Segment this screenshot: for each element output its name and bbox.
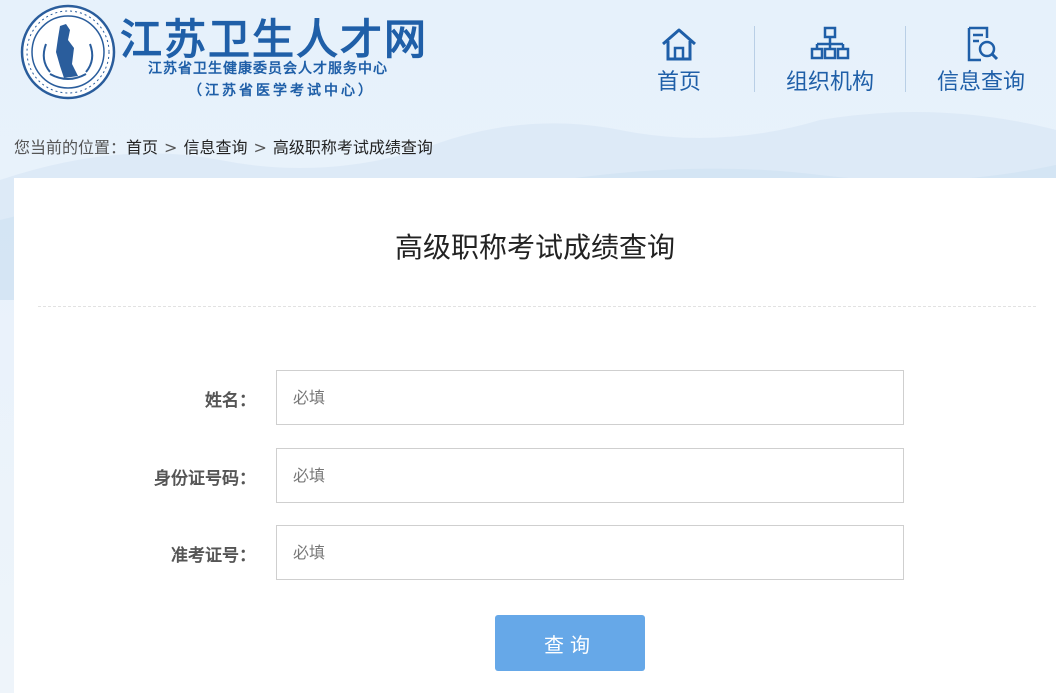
- breadcrumb-link-info-query[interactable]: 信息查询: [183, 138, 247, 157]
- main-nav: 首页 组织机构 信息查询: [604, 0, 1056, 110]
- site-header: 江苏卫生人才网 江苏省卫生健康委员会人才服务中心 （江苏省医学考试中心） 首页 …: [0, 0, 1056, 118]
- breadcrumb: 您当前的位置：首页 > 信息查询 > 高级职称考试成绩查询: [14, 134, 433, 158]
- nav-item-home[interactable]: 首页: [604, 0, 754, 110]
- site-subtitle-secondary: （江苏省医学考试中心）: [188, 83, 375, 99]
- site-subtitle: 江苏省卫生健康委员会人才服务中心: [148, 61, 388, 77]
- name-label: 姓名：: [205, 391, 256, 411]
- org-chart-icon: [810, 26, 850, 60]
- logo-seal: [20, 4, 116, 100]
- home-icon: [662, 28, 696, 61]
- admission-number-label: 准考证号：: [171, 546, 256, 566]
- page-title: 高级职称考试成绩查询: [394, 231, 675, 264]
- id-number-label: 身份证号码：: [154, 469, 256, 489]
- query-form-card: 高级职称考试成绩查询 姓名： 身份证号码： 准考证号： 查询: [14, 178, 1056, 693]
- nav-label-organization: 组织机构: [785, 70, 874, 95]
- form-row-name: 姓名：: [14, 370, 1056, 426]
- nav-label-info-query: 信息查询: [936, 70, 1025, 95]
- search-document-icon: [967, 26, 999, 62]
- title-divider: [38, 306, 1036, 307]
- admission-number-input[interactable]: [276, 525, 904, 580]
- breadcrumb-current: 高级职称考试成绩查询: [272, 138, 433, 157]
- form-row-id-number: 身份证号码：: [14, 448, 1056, 504]
- nav-label-home: 首页: [656, 70, 701, 95]
- query-button[interactable]: 查询: [495, 615, 645, 671]
- nav-item-info-query[interactable]: 信息查询: [906, 0, 1056, 110]
- id-number-input[interactable]: [276, 448, 904, 503]
- breadcrumb-link-home[interactable]: 首页: [126, 138, 158, 157]
- breadcrumb-separator: >: [164, 138, 178, 157]
- nav-item-organization[interactable]: 组织机构: [755, 0, 905, 110]
- breadcrumb-prefix: 您当前的位置：: [14, 138, 127, 157]
- form-row-admission-number: 准考证号：: [14, 525, 1056, 581]
- breadcrumb-separator: >: [253, 138, 267, 157]
- name-input[interactable]: [276, 370, 904, 425]
